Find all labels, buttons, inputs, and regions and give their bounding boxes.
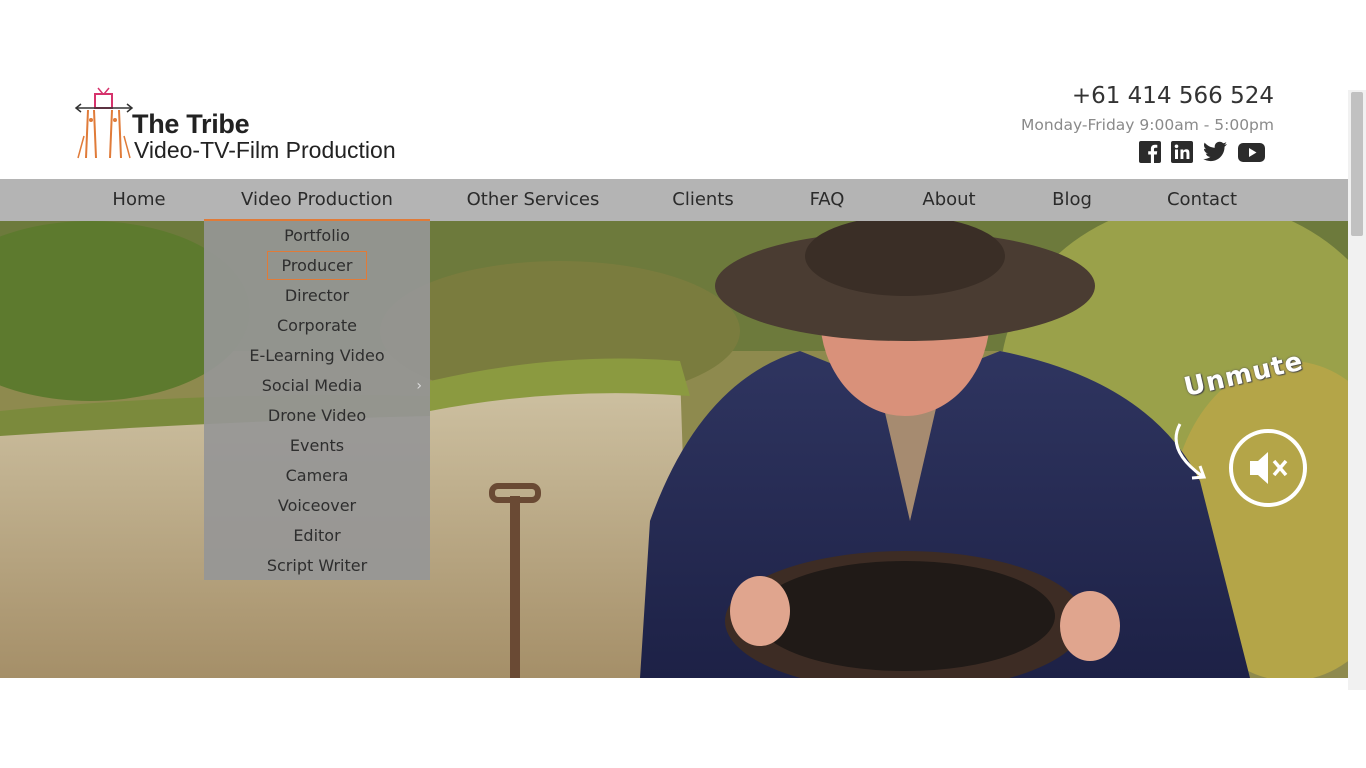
nav-home[interactable]: Home	[74, 179, 204, 221]
brand-title: The Tribe	[132, 109, 250, 139]
tribe-logo-figure-icon	[74, 87, 134, 159]
scrollbar-thumb[interactable]	[1351, 92, 1363, 236]
dropdown-item-drone-video[interactable]: Drone Video	[204, 401, 430, 431]
youtube-icon[interactable]	[1238, 141, 1265, 165]
video-production-dropdown: Portfolio Producer Director Corporate E-…	[204, 221, 430, 580]
dropdown-item-corporate[interactable]: Corporate	[204, 311, 430, 341]
nav-video-production[interactable]: Video Production	[204, 179, 430, 221]
phone-number[interactable]: +61 414 566 524	[1072, 83, 1274, 109]
main-nav: Home Video Production Other Services Cli…	[0, 179, 1348, 221]
speaker-muted-icon	[1229, 429, 1307, 507]
dropdown-item-portfolio[interactable]: Portfolio	[204, 221, 430, 251]
nav-faq[interactable]: FAQ	[786, 179, 868, 221]
nav-about[interactable]: About	[904, 179, 994, 221]
dropdown-item-voiceover[interactable]: Voiceover	[204, 491, 430, 521]
chevron-right-icon: ›	[416, 378, 422, 394]
dropdown-item-events[interactable]: Events	[204, 431, 430, 461]
dropdown-item-social-media[interactable]: Social Media ›	[204, 371, 430, 401]
dropdown-item-script-writer[interactable]: Script Writer	[204, 551, 430, 581]
dropdown-item-director[interactable]: Director	[204, 281, 430, 311]
unmute-button[interactable]	[1228, 428, 1308, 508]
business-hours: Monday-Friday 9:00am - 5:00pm	[1020, 116, 1274, 134]
brand-subtitle: Video-TV-Film Production	[134, 137, 396, 163]
nav-other-services[interactable]: Other Services	[440, 179, 626, 221]
logo[interactable]: The Tribe Video-TV-Film Production	[74, 86, 414, 166]
nav-clients[interactable]: Clients	[650, 179, 756, 221]
video-frame-image	[0, 221, 1348, 678]
linkedin-icon[interactable]	[1171, 141, 1193, 165]
hero-video[interactable]	[0, 221, 1348, 678]
site-header: The Tribe Video-TV-Film Production +61 4…	[0, 0, 1366, 179]
nav-contact[interactable]: Contact	[1152, 179, 1252, 221]
social-links	[1139, 141, 1265, 165]
curved-arrow-icon	[1174, 423, 1207, 480]
dropdown-item-e-learning-video[interactable]: E-Learning Video	[204, 341, 430, 371]
dropdown-item-editor[interactable]: Editor	[204, 521, 430, 551]
dropdown-item-camera[interactable]: Camera	[204, 461, 430, 491]
nav-blog[interactable]: Blog	[1034, 179, 1110, 221]
facebook-icon[interactable]	[1139, 141, 1161, 165]
twitter-icon[interactable]	[1203, 141, 1228, 165]
dropdown-item-producer[interactable]: Producer	[204, 251, 430, 281]
